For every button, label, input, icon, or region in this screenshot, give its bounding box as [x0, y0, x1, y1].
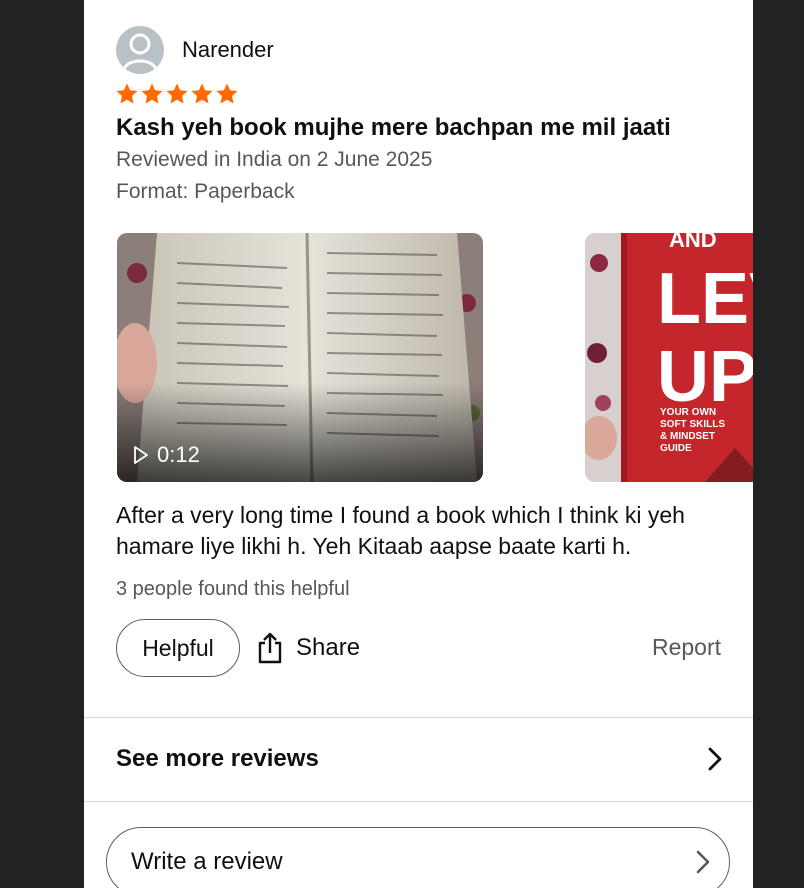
share-button[interactable]: Share [256, 632, 360, 664]
star-icon [166, 83, 188, 104]
share-icon [258, 632, 282, 664]
review-card: Narender Kash yeh book mujhe mere bachpa… [84, 0, 753, 888]
star-icon [116, 83, 138, 104]
review-photo-thumbnail[interactable]: AND LEV UP YOUR OWN SOFT SKILLS & MINDSE… [585, 233, 753, 482]
divider [84, 801, 753, 802]
cover-word-up: UP [657, 337, 753, 417]
review-title: Kash yeh book mujhe mere bachpan me mil … [116, 114, 671, 141]
review-date: Reviewed in India on 2 June 2025 [116, 148, 433, 171]
cover-tagline-2: SOFT SKILLS [660, 419, 725, 430]
cover-word-lev: LEV [657, 259, 753, 339]
cover-word-and: AND [669, 233, 717, 252]
cover-tagline-1: YOUR OWN [660, 407, 716, 418]
chevron-right-icon [708, 747, 722, 771]
avatar [116, 26, 164, 74]
write-review-label: Write a review [131, 848, 283, 875]
reviewer-header: Narender [116, 26, 274, 74]
cover-tagline-4: GUIDE [660, 443, 692, 454]
write-review-button[interactable]: Write a review [106, 827, 730, 888]
review-format: Format: Paperback [116, 180, 295, 203]
user-icon [122, 33, 158, 71]
star-icon [216, 83, 238, 104]
chevron-right-icon [696, 850, 710, 874]
see-more-reviews-row[interactable]: See more reviews [84, 718, 753, 800]
star-rating [115, 82, 239, 106]
star-icon [141, 83, 163, 104]
review-body: After a very long time I found a book wh… [116, 502, 685, 559]
play-icon [134, 446, 148, 464]
video-duration: 0:12 [133, 442, 200, 468]
cover-tagline-3: & MINDSET [660, 431, 715, 442]
helpful-button[interactable]: Helpful [116, 619, 240, 677]
review-video-thumbnail[interactable]: 0:12 [117, 233, 483, 482]
reviewer-name: Narender [182, 37, 274, 62]
report-link[interactable]: Report [652, 634, 721, 661]
star-icon [191, 83, 213, 104]
share-label: Share [296, 634, 361, 661]
see-more-reviews-label: See more reviews [116, 745, 319, 772]
helpful-count: 3 people found this helpful [116, 578, 350, 600]
